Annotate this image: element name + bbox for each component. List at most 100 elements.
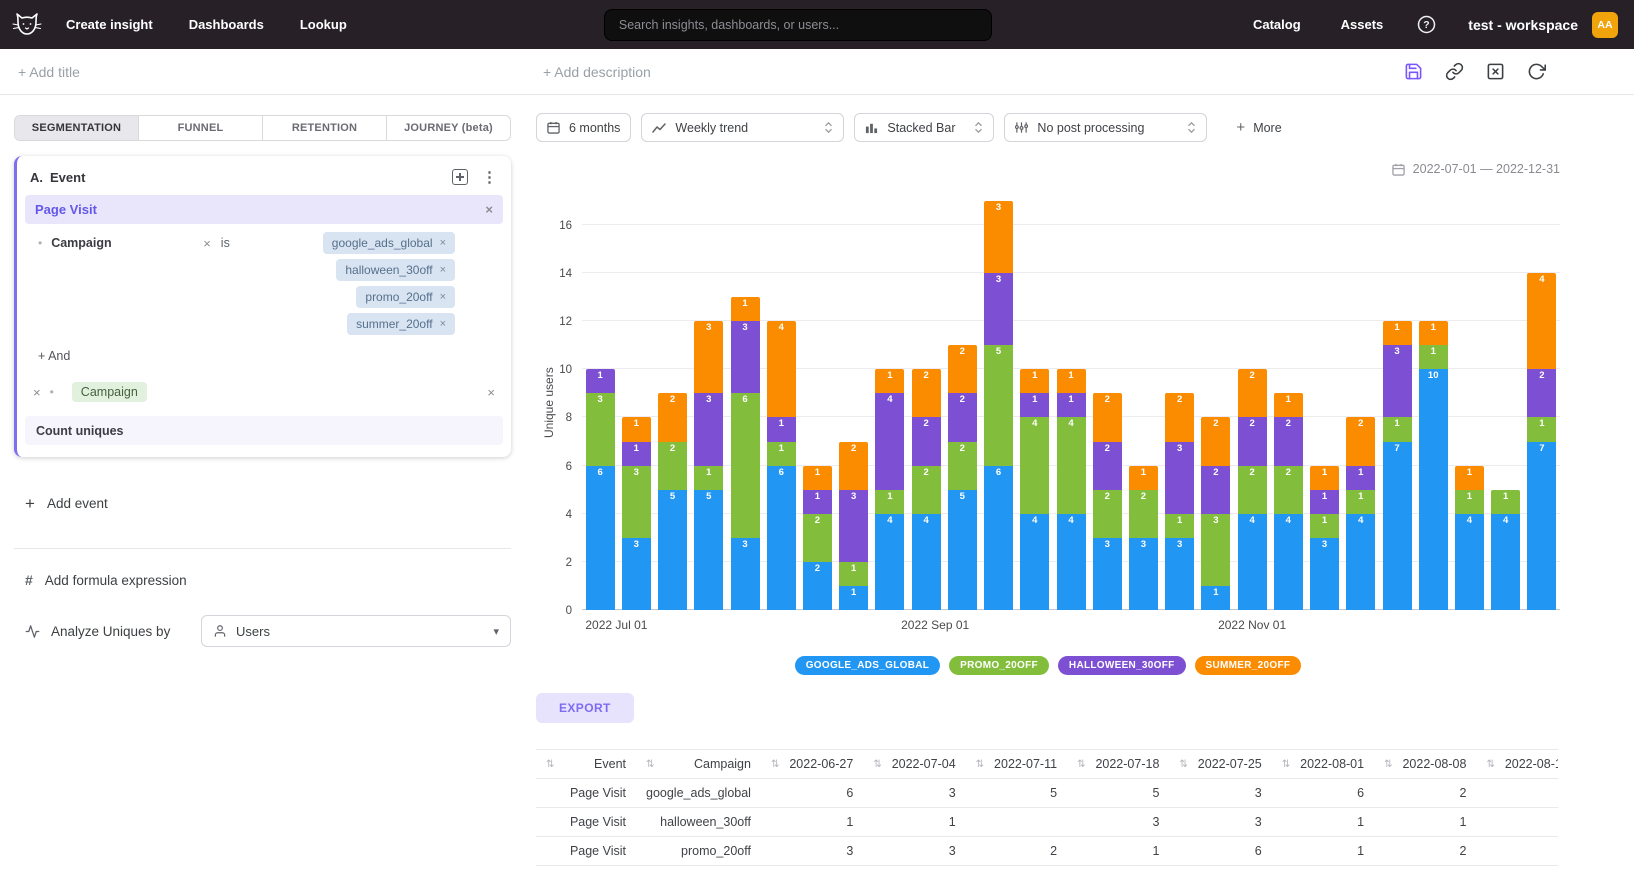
bar-segment-google-ads-global-2022-10-10[interactable]: 3 [1129, 538, 1158, 610]
bar-segment-halloween-30off-2022-11-07[interactable]: 2 [1274, 417, 1303, 465]
bar-segment-google-ads-global-2022-11-07[interactable]: 4 [1274, 514, 1303, 610]
nav-item-catalog[interactable]: Catalog [1253, 17, 1301, 32]
bar-segment-summer-20off-2022-07-18[interactable]: 3 [694, 321, 723, 393]
bar-segment-halloween-30off-2022-12-26[interactable]: 2 [1527, 369, 1556, 417]
filter-value-tag-promo-20off[interactable]: promo_20off× [356, 286, 455, 308]
sort-icon[interactable]: ⇅ [646, 759, 654, 770]
add-description-button[interactable]: + Add description [543, 64, 651, 80]
bar-segment-halloween-30off-2022-09-12[interactable]: 3 [984, 273, 1013, 345]
bar-segment-promo-20off-2022-11-21[interactable]: 1 [1346, 490, 1375, 514]
sort-icon[interactable]: ⇅ [976, 759, 984, 770]
bar-segment-google-ads-global-2022-10-31[interactable]: 4 [1238, 514, 1267, 610]
bar-segment-summer-20off-2022-08-01[interactable]: 4 [767, 321, 796, 417]
avatar[interactable]: AA [1592, 12, 1618, 38]
sort-icon[interactable]: ⇅ [873, 759, 881, 770]
bar-segment-promo-20off-2022-07-11[interactable]: 2 [658, 442, 687, 490]
bar-segment-promo-20off-2022-08-22[interactable]: 1 [875, 490, 904, 514]
legend-promo-20off[interactable]: PROMO_20OFF [949, 656, 1049, 675]
bar-segment-google-ads-global-2022-06-27[interactable]: 6 [586, 466, 615, 610]
bar-segment-google-ads-global-2022-11-28[interactable]: 7 [1383, 442, 1412, 610]
bar-segment-promo-20off-2022-10-24[interactable]: 3 [1201, 514, 1230, 586]
bar-segment-summer-20off-2022-08-15[interactable]: 2 [839, 442, 868, 490]
bar-segment-google-ads-global-2022-12-19[interactable]: 4 [1491, 514, 1520, 610]
bar-segment-google-ads-global-2022-12-26[interactable]: 7 [1527, 442, 1556, 610]
bar-segment-promo-20off-2022-09-12[interactable]: 5 [984, 345, 1013, 465]
filter-value-tag-summer-20off[interactable]: summer_20off× [347, 313, 455, 335]
bar-segment-promo-20off-2022-12-12[interactable]: 1 [1455, 490, 1484, 514]
bar-segment-halloween-30off-2022-08-29[interactable]: 2 [912, 417, 941, 465]
bar-segment-promo-20off-2022-10-10[interactable]: 2 [1129, 490, 1158, 538]
bar-segment-google-ads-global-2022-08-15[interactable]: 1 [839, 586, 868, 610]
filter-property[interactable]: Campaign [51, 236, 203, 250]
nav-item-assets[interactable]: Assets [1341, 17, 1384, 32]
bar-segment-summer-20off-2022-07-25[interactable]: 1 [731, 297, 760, 321]
bar-segment-halloween-30off-2022-09-05[interactable]: 2 [948, 393, 977, 441]
sort-icon[interactable]: ⇅ [1077, 759, 1085, 770]
bar-segment-promo-20off-2022-10-31[interactable]: 2 [1238, 466, 1267, 514]
bar-segment-promo-20off-2022-12-26[interactable]: 1 [1527, 417, 1556, 441]
filter-operator[interactable]: is [221, 236, 230, 250]
bar-segment-google-ads-global-2022-09-19[interactable]: 4 [1020, 514, 1049, 610]
tab-retention[interactable]: RETENTION [263, 116, 387, 140]
analyze-by-select[interactable]: Users ▾ [201, 615, 511, 647]
bar-segment-halloween-30off-2022-10-03[interactable]: 2 [1093, 442, 1122, 490]
date-range-button[interactable]: 6 months [536, 113, 631, 142]
bar-segment-promo-20off-2022-11-14[interactable]: 1 [1310, 514, 1339, 538]
bar-segment-summer-20off-2022-10-03[interactable]: 2 [1093, 393, 1122, 441]
remove-breakdown-icon[interactable]: × [33, 386, 41, 399]
bar-segment-promo-20off-2022-07-18[interactable]: 1 [694, 466, 723, 490]
nav-item-dashboards[interactable]: Dashboards [189, 17, 264, 32]
sort-icon[interactable]: ⇅ [546, 759, 554, 770]
bar-segment-google-ads-global-2022-07-04[interactable]: 3 [622, 538, 651, 610]
bar-segment-halloween-30off-2022-07-04[interactable]: 1 [622, 442, 651, 466]
bar-segment-google-ads-global-2022-11-14[interactable]: 3 [1310, 538, 1339, 610]
add-title-button[interactable]: + Add title [18, 64, 80, 80]
bar-segment-promo-20off-2022-12-19[interactable]: 1 [1491, 490, 1520, 514]
bar-segment-google-ads-global-2022-11-21[interactable]: 4 [1346, 514, 1375, 610]
bar-segment-halloween-30off-2022-11-21[interactable]: 1 [1346, 466, 1375, 490]
bar-segment-summer-20off-2022-07-04[interactable]: 1 [622, 417, 651, 441]
bar-segment-promo-20off-2022-09-26[interactable]: 4 [1057, 417, 1086, 513]
app-logo-icon[interactable] [10, 12, 44, 38]
legend-halloween-30off[interactable]: HALLOWEEN_30OFF [1058, 656, 1186, 675]
bar-segment-promo-20off-2022-08-15[interactable]: 1 [839, 562, 868, 586]
add-and-filter-button[interactable]: + And [38, 349, 511, 363]
bar-segment-google-ads-global-2022-09-26[interactable]: 4 [1057, 514, 1086, 610]
nav-item-lookup[interactable]: Lookup [300, 17, 347, 32]
bar-segment-google-ads-global-2022-12-05[interactable]: 10 [1419, 369, 1448, 610]
bar-segment-summer-20off-2022-08-29[interactable]: 2 [912, 369, 941, 417]
bar-segment-promo-20off-2022-09-05[interactable]: 2 [948, 442, 977, 490]
bar-segment-summer-20off-2022-11-28[interactable]: 1 [1383, 321, 1412, 345]
bar-segment-google-ads-global-2022-08-01[interactable]: 6 [767, 466, 796, 610]
bar-segment-promo-20off-2022-07-04[interactable]: 3 [622, 466, 651, 538]
bar-segment-summer-20off-2022-12-05[interactable]: 1 [1419, 321, 1448, 345]
bar-segment-promo-20off-2022-09-19[interactable]: 4 [1020, 417, 1049, 513]
export-button[interactable]: EXPORT [536, 693, 634, 723]
aggregation-selector[interactable]: Count uniques [25, 416, 503, 445]
bar-segment-summer-20off-2022-07-11[interactable]: 2 [658, 393, 687, 441]
selected-event[interactable]: Page Visit × [25, 195, 503, 224]
bar-segment-summer-20off-2022-08-22[interactable]: 1 [875, 369, 904, 393]
event-menu-icon[interactable]: ⋮ [482, 170, 497, 185]
bar-segment-halloween-30off-2022-09-26[interactable]: 1 [1057, 393, 1086, 417]
bar-segment-summer-20off-2022-12-26[interactable]: 4 [1527, 273, 1556, 369]
bar-segment-halloween-30off-2022-10-31[interactable]: 2 [1238, 417, 1267, 465]
workspace-name[interactable]: test - workspace [1468, 17, 1578, 33]
bar-segment-halloween-30off-2022-07-18[interactable]: 3 [694, 393, 723, 465]
bar-segment-promo-20off-2022-06-27[interactable]: 3 [586, 393, 615, 465]
bar-segment-halloween-30off-2022-11-14[interactable]: 1 [1310, 490, 1339, 514]
bar-segment-google-ads-global-2022-10-17[interactable]: 3 [1165, 538, 1194, 610]
sort-icon[interactable]: ⇅ [771, 759, 779, 770]
remove-value-icon[interactable]: × [440, 291, 446, 303]
bar-segment-google-ads-global-2022-08-29[interactable]: 4 [912, 514, 941, 610]
bar-segment-promo-20off-2022-12-05[interactable]: 1 [1419, 345, 1448, 369]
tab-segmentation[interactable]: SEGMENTATION [15, 116, 139, 140]
close-insight-icon[interactable] [1486, 62, 1505, 81]
bar-segment-summer-20off-2022-09-12[interactable]: 3 [984, 201, 1013, 273]
bar-segment-google-ads-global-2022-10-24[interactable]: 1 [1201, 586, 1230, 610]
bar-segment-halloween-30off-2022-11-28[interactable]: 3 [1383, 345, 1412, 417]
add-formula-button[interactable]: # Add formula expression [25, 572, 511, 588]
help-icon[interactable]: ? [1417, 15, 1436, 34]
bar-segment-promo-20off-2022-08-29[interactable]: 2 [912, 466, 941, 514]
bar-segment-summer-20off-2022-08-08[interactable]: 1 [803, 466, 832, 490]
